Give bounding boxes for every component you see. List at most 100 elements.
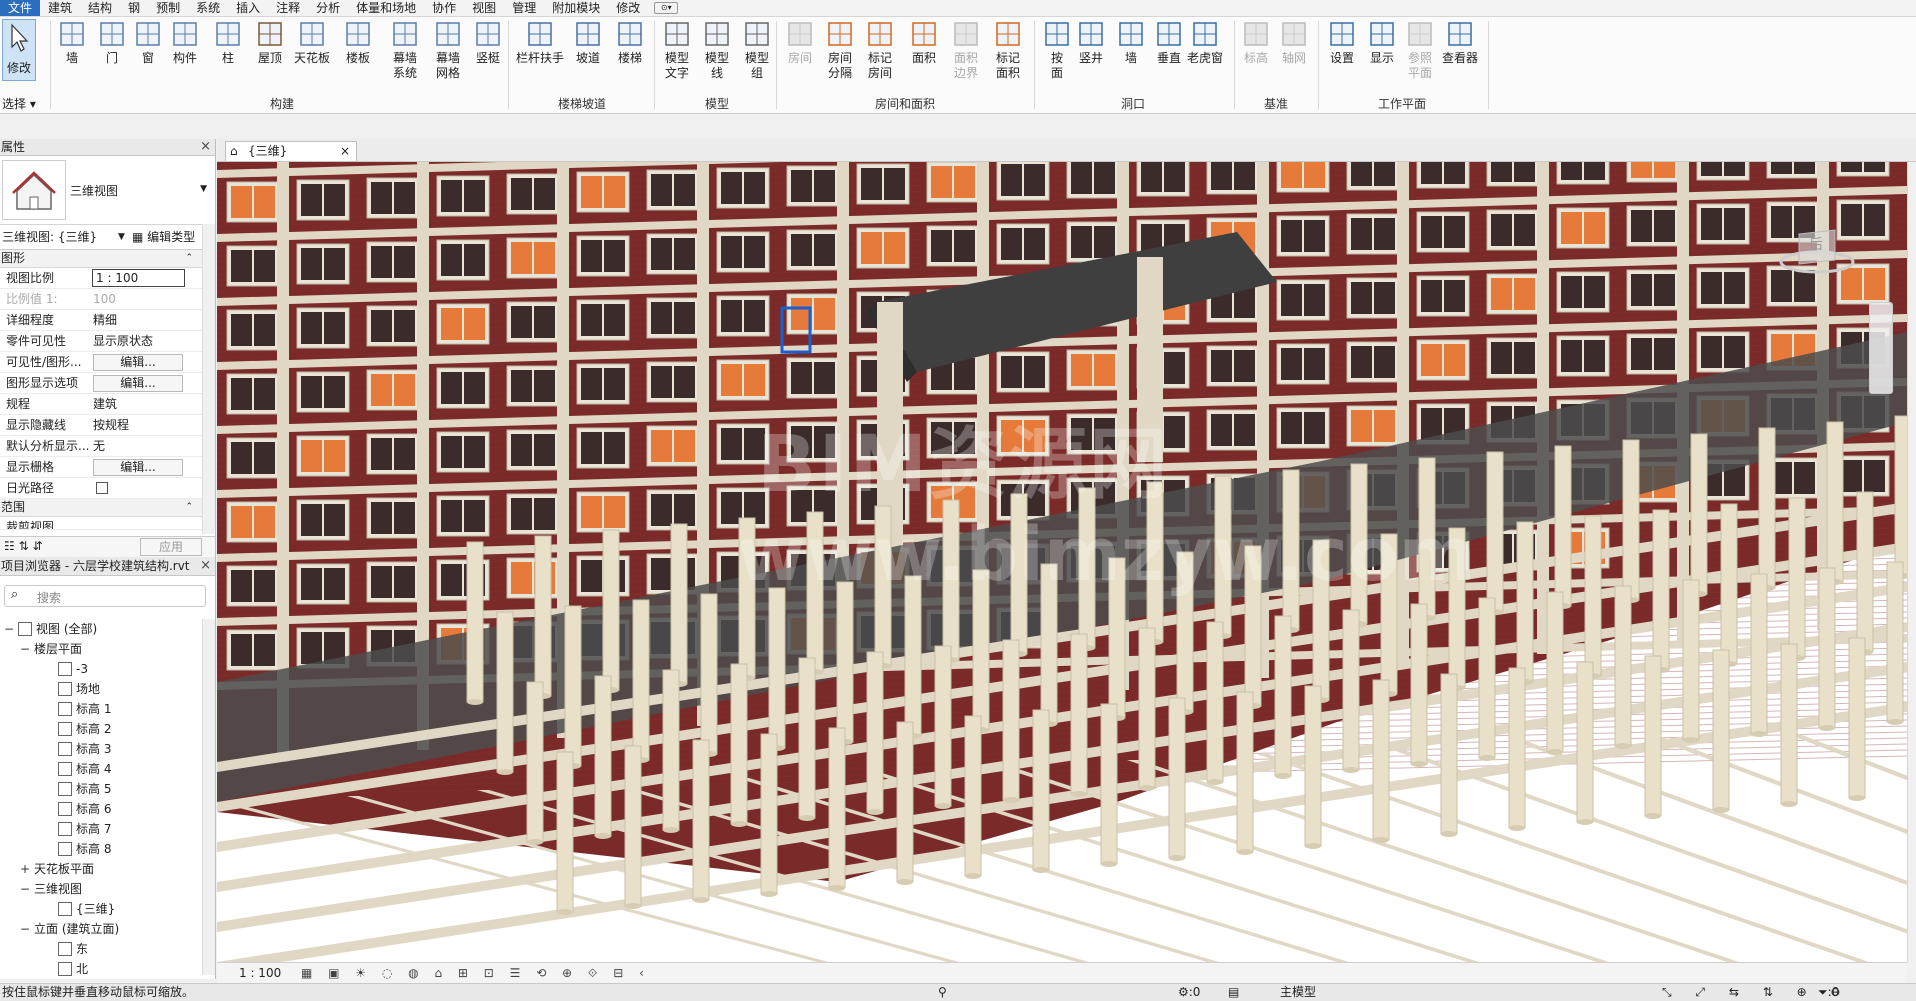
ribbon-button[interactable]: 查看器 xyxy=(1440,19,1480,66)
view-scale[interactable]: 1 : 100 xyxy=(239,963,281,984)
ribbon-button[interactable]: 幕墙 网格 xyxy=(428,19,468,81)
tab-3d-view[interactable]: ⌂ {三维} × xyxy=(225,141,357,161)
ribbon-button[interactable]: 按 面 xyxy=(1038,19,1076,81)
ribbon-button[interactable]: 设置 xyxy=(1322,19,1362,66)
tree-item[interactable]: -3 xyxy=(0,659,200,679)
ribbon-button[interactable]: 竖梃 xyxy=(468,19,508,66)
ribbon-button[interactable]: 标记 面积 xyxy=(988,19,1028,81)
menu-item[interactable]: 协作 xyxy=(424,0,464,16)
select-dropdown[interactable]: 选择 ▾ xyxy=(2,95,36,112)
ribbon-button[interactable]: 房间 分隔 xyxy=(820,19,860,81)
model-selector[interactable]: 主模型 xyxy=(1280,984,1316,1001)
tree-item[interactable]: 场地 xyxy=(0,679,200,699)
edit-button[interactable]: 编辑... xyxy=(93,354,183,371)
collapse-icon[interactable]: ⌃ xyxy=(185,250,193,267)
menu-item[interactable]: 结构 xyxy=(80,0,120,16)
view-selector[interactable]: 三维视图: {三维} xyxy=(2,225,97,249)
modify-button[interactable]: 修改 xyxy=(2,19,36,81)
menu-item[interactable]: 文件 xyxy=(0,0,41,16)
view-control-icons[interactable]: ▦ ▣ ☀ ◌ ◍ ⌂ ⊞ ⊡ ☰ ⟲ ⊕ ⟐ ⊟ ‹ xyxy=(301,963,650,984)
tree-item[interactable]: − 视图 (全部) xyxy=(0,619,200,639)
home-icon[interactable]: ⌂ xyxy=(230,142,238,161)
link-icon[interactable]: ⚲ xyxy=(938,984,947,1001)
ribbon-button[interactable]: 模型 组 xyxy=(738,19,776,81)
tree-item[interactable]: 标高 8 xyxy=(0,839,200,859)
ribbon-button[interactable]: 模型 线 xyxy=(698,19,736,81)
close-icon[interactable]: × xyxy=(200,557,211,575)
ribbon-button[interactable]: 面积 xyxy=(904,19,944,66)
ribbon-button[interactable]: 柱 xyxy=(208,19,248,66)
collapse-icon[interactable]: − xyxy=(4,619,14,639)
tree-item[interactable]: + 天花板平面 xyxy=(0,859,200,879)
table-icon[interactable]: ▤ xyxy=(1228,984,1239,1001)
navigation-bar[interactable] xyxy=(1869,302,1893,394)
menu-item[interactable]: 预制 xyxy=(148,0,188,16)
tree-item[interactable]: 标高 1 xyxy=(0,699,200,719)
edit-button[interactable]: 编辑... xyxy=(93,459,183,476)
menu-item[interactable]: 钢 xyxy=(120,0,148,16)
building-model[interactable] xyxy=(217,162,1907,962)
collapse-icon[interactable]: ⌃ xyxy=(185,499,193,516)
ribbon-button[interactable]: 墙 xyxy=(1112,19,1150,66)
filter-icon[interactable]: ⏷:0 xyxy=(1818,984,1839,1001)
tree-item[interactable]: 标高 4 xyxy=(0,759,200,779)
ribbon-button[interactable]: 竖井 xyxy=(1072,19,1110,66)
viewcube[interactable]: 后 xyxy=(1779,224,1855,276)
section-extents[interactable]: 范围 ⌃ xyxy=(0,499,215,517)
ribbon-button[interactable]: 轴网 xyxy=(1276,19,1312,66)
close-icon[interactable]: × xyxy=(340,142,350,161)
property-value-input[interactable]: 1 : 100 xyxy=(92,269,185,287)
ribbon-button[interactable]: 幕墙 系统 xyxy=(385,19,425,81)
tree-item[interactable]: 北 xyxy=(0,959,200,979)
ribbon-button[interactable]: 栏杆扶手 xyxy=(512,19,568,66)
chevron-down-icon[interactable]: ▼ xyxy=(118,225,125,249)
ribbon-button[interactable]: 标高 xyxy=(1238,19,1274,66)
3d-viewport[interactable]: BIM资源网 www.bimzyw.com 后 xyxy=(217,162,1907,962)
ribbon-button[interactable]: 构件 xyxy=(165,19,205,66)
sun-path-checkbox[interactable] xyxy=(96,482,108,494)
properties-scrollbar[interactable] xyxy=(202,224,215,534)
collapse-icon[interactable]: − xyxy=(20,919,30,939)
collapse-icon[interactable]: − xyxy=(20,879,30,899)
collapse-icon[interactable]: − xyxy=(20,639,30,659)
apply-button[interactable]: 应用 xyxy=(140,538,202,556)
ribbon-button[interactable]: 天花板 xyxy=(292,19,332,66)
menu-item[interactable]: 插入 xyxy=(228,0,268,16)
tree-item[interactable]: − 楼层平面 xyxy=(0,639,200,659)
tree-item[interactable]: − 立面 (建筑立面) xyxy=(0,919,200,939)
tree-item[interactable]: {三维} xyxy=(0,899,200,919)
ribbon-button[interactable]: 坡道 xyxy=(568,19,608,66)
ribbon-button[interactable]: 垂直 xyxy=(1150,19,1188,66)
section-graphics[interactable]: 图形 ⌃ xyxy=(0,250,215,268)
workset-icon[interactable]: ⚙:0 xyxy=(1178,984,1200,1001)
tree-item[interactable]: 标高 7 xyxy=(0,819,200,839)
ribbon-button[interactable]: 楼梯 xyxy=(610,19,650,66)
edit-button[interactable]: 编辑... xyxy=(93,375,183,392)
ribbon-button[interactable]: 房间 xyxy=(780,19,820,66)
tree-item[interactable]: 标高 5 xyxy=(0,779,200,799)
ribbon-button[interactable]: 楼板 xyxy=(338,19,378,66)
menu-item[interactable]: 管理 xyxy=(504,0,544,16)
menu-item[interactable]: 体量和场地 xyxy=(348,0,424,16)
ribbon-button[interactable]: 模型 文字 xyxy=(658,19,696,81)
ribbon-button[interactable]: 墙 xyxy=(52,19,92,66)
expand-icon[interactable]: + xyxy=(20,859,30,879)
tree-item[interactable]: − 三维视图 xyxy=(0,879,200,899)
ribbon-button[interactable]: 显示 xyxy=(1362,19,1402,66)
menu-item[interactable]: 系统 xyxy=(188,0,228,16)
ribbon-button[interactable]: 参照 平面 xyxy=(1400,19,1440,81)
ribbon-button[interactable]: 窗 xyxy=(128,19,168,66)
ribbon-button[interactable]: 老虎窗 xyxy=(1186,19,1224,66)
tree-item[interactable]: 东 xyxy=(0,939,200,959)
viewport-scrollbar[interactable] xyxy=(1907,162,1916,962)
menu-item[interactable]: 注释 xyxy=(268,0,308,16)
ribbon-button[interactable]: 标记 房间 xyxy=(860,19,900,81)
search-input[interactable]: ⌕ 搜索 xyxy=(4,585,206,607)
ribbon-button[interactable]: 面积 边界 xyxy=(946,19,986,81)
menu-item[interactable]: 附加模块 xyxy=(544,0,608,16)
menu-item[interactable]: 建筑 xyxy=(40,0,80,16)
type-selector[interactable]: 三维视图 ▼ xyxy=(0,156,215,225)
tree-item[interactable]: 标高 3 xyxy=(0,739,200,759)
tree-item[interactable]: 标高 2 xyxy=(0,719,200,739)
sort-icon[interactable]: ☷ ⇅ ⇵ xyxy=(4,539,43,553)
